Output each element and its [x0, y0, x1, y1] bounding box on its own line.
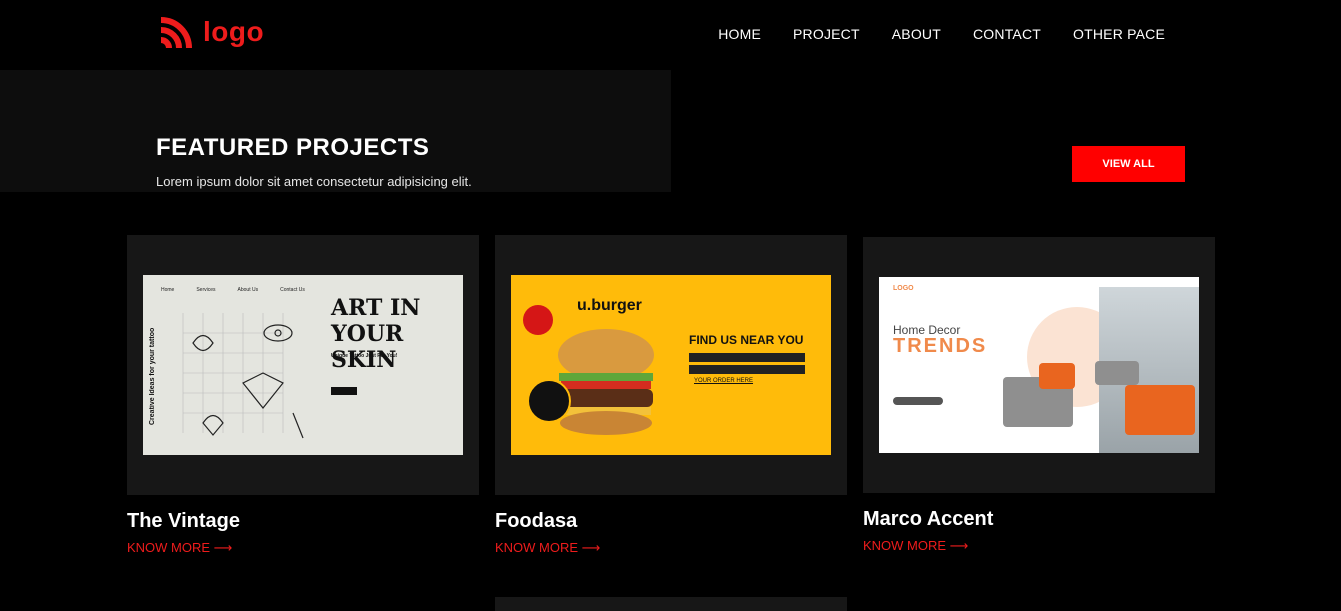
thumb-logo: LOGO	[893, 285, 914, 292]
armchair-icon	[1125, 385, 1195, 435]
armchair-icon	[1039, 363, 1075, 389]
project-card-foodasa[interactable]: u.burger FIND US NEAR YOU YOUR ORDER HER…	[495, 235, 847, 495]
project-title: The Vintage	[127, 510, 240, 532]
thumb-nav-item: About Us	[237, 287, 259, 293]
thumb-tagline: Unique Tattoo Just For You!	[331, 353, 398, 359]
main-nav: HOME PROJECT ABOUT CONTACT OTHER PACE	[718, 26, 1165, 42]
project-title: Marco Accent	[863, 508, 994, 530]
know-more-link[interactable]: KNOW MORE ⟶	[495, 540, 600, 556]
nav-other-page[interactable]: OTHER PACE	[1073, 26, 1165, 42]
page-title: FEATURED PROJECTS	[156, 134, 430, 161]
know-more-link[interactable]: KNOW MORE ⟶	[127, 540, 232, 556]
tomato-icon	[523, 305, 553, 335]
thumb-brand: u.burger	[577, 297, 642, 314]
project-card-vintage[interactable]: Home Services About Us Contact Us Creati…	[127, 235, 479, 495]
thumb-nav: Home Services About Us Contact Us	[161, 287, 305, 293]
project-thumbnail-vintage[interactable]: Home Services About Us Contact Us Creati…	[143, 275, 463, 455]
thumb-button	[893, 397, 943, 405]
thumb-nav-item: Services	[196, 287, 216, 293]
nav-contact[interactable]: CONTACT	[973, 26, 1041, 42]
project-title: Foodasa	[495, 510, 578, 532]
thumb-headline: ART IN YOUR SKIN	[331, 295, 421, 373]
thumb-headline: TRENDS	[893, 335, 988, 357]
hero-subtitle: Lorem ipsum dolor sit amet consectetur a…	[156, 174, 472, 189]
nav-home[interactable]: HOME	[718, 26, 761, 42]
thumb-nav-item: Home	[161, 287, 175, 293]
project-card-next[interactable]	[495, 597, 847, 611]
burger-icon	[558, 329, 654, 435]
project-thumbnail-marco-accent[interactable]: LOGO Home Decor TRENDS	[879, 277, 1199, 453]
nav-project[interactable]: PROJECT	[793, 26, 860, 42]
nav-about[interactable]: ABOUT	[892, 26, 941, 42]
sofa-icon	[1095, 361, 1139, 385]
thumb-side-text: Creative Ideas for your tattoo	[149, 327, 156, 425]
thumb-button	[331, 387, 357, 395]
thumb-field	[689, 365, 805, 374]
logo[interactable]: logo	[159, 14, 264, 50]
project-thumbnail-foodasa[interactable]: u.burger FIND US NEAR YOU YOUR ORDER HER…	[511, 275, 831, 455]
logo-text: logo	[203, 16, 265, 47]
logo-signal-icon	[160, 17, 192, 49]
tattoo-sketch-icon	[182, 313, 304, 439]
thumb-nav-item: Contact Us	[280, 287, 305, 293]
view-all-button[interactable]: VIEW ALL	[1072, 146, 1185, 182]
thumb-order-link: YOUR ORDER HERE	[694, 378, 754, 384]
thumb-field	[689, 353, 805, 362]
delivery-badge	[527, 379, 571, 423]
thumb-headline: FIND US NEAR YOU	[689, 333, 804, 347]
project-card-marco-accent[interactable]: LOGO Home Decor TRENDS	[863, 237, 1215, 493]
know-more-link[interactable]: KNOW MORE ⟶	[863, 538, 968, 554]
